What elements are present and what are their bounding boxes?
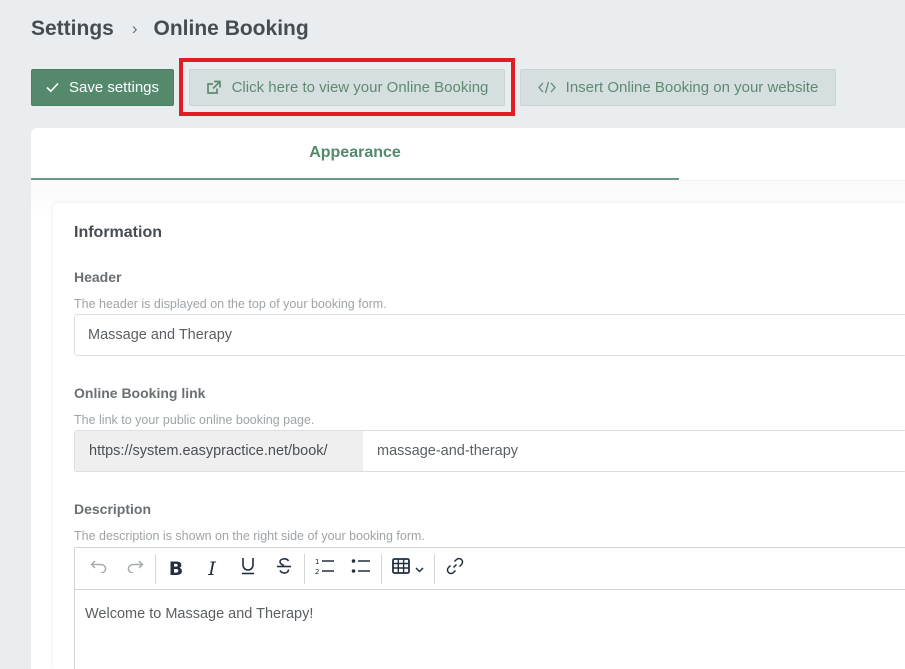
toolbar-divider <box>381 553 382 584</box>
redo-button[interactable] <box>117 553 153 585</box>
numbered-list-button[interactable]: 12 <box>307 553 343 585</box>
description-field-help: The description is shown on the right si… <box>74 529 425 543</box>
breadcrumb: Settings › Online Booking <box>31 17 309 41</box>
bold-icon: B <box>168 557 184 580</box>
page-title: Online Booking <box>153 17 309 40</box>
italic-button[interactable]: I <box>194 553 230 585</box>
toolbar-divider <box>304 553 305 584</box>
header-field-help: The header is displayed on the top of yo… <box>74 297 387 311</box>
booking-link-slug-input[interactable]: massage-and-therapy <box>363 431 905 471</box>
check-icon <box>46 82 59 93</box>
underline-button[interactable] <box>230 553 266 585</box>
link-icon <box>446 557 464 580</box>
code-icon <box>537 81 556 94</box>
table-icon <box>392 558 410 579</box>
strikethrough-button[interactable] <box>266 553 302 585</box>
redo-icon <box>126 559 144 578</box>
tab-appearance[interactable]: Appearance <box>31 128 679 180</box>
strikethrough-icon <box>276 557 292 580</box>
svg-text:2: 2 <box>315 568 319 575</box>
view-online-booking-label: Click here to view your Online Booking <box>231 79 489 96</box>
undo-icon <box>90 559 108 578</box>
italic-icon: I <box>208 557 216 580</box>
save-settings-label: Save settings <box>68 79 160 96</box>
insert-online-booking-label: Insert Online Booking on your website <box>565 79 819 96</box>
description-editor: B I 12 Welcome to Massage and Therapy! <box>74 547 905 669</box>
insert-online-booking-button[interactable]: Insert Online Booking on your website <box>520 69 836 106</box>
booking-link-prefix: https://system.easypractice.net/book/ <box>75 431 363 471</box>
table-button[interactable] <box>384 553 432 585</box>
underline-icon <box>240 557 256 580</box>
breadcrumb-settings[interactable]: Settings <box>31 17 114 41</box>
svg-text:1: 1 <box>315 558 319 566</box>
link-button[interactable] <box>437 553 473 585</box>
link-field-label: Online Booking link <box>74 385 206 401</box>
breadcrumb-separator-icon: › <box>131 19 138 38</box>
bulleted-list-icon <box>351 557 371 580</box>
chevron-down-icon <box>415 560 424 578</box>
undo-button[interactable] <box>81 553 117 585</box>
external-link-icon <box>206 80 222 95</box>
booking-link-input-group: https://system.easypractice.net/book/ ma… <box>74 430 905 472</box>
toolbar-divider <box>155 553 156 584</box>
save-settings-button[interactable]: Save settings <box>31 69 174 106</box>
header-input[interactable]: Massage and Therapy <box>74 314 905 356</box>
toolbar-divider <box>434 553 435 584</box>
description-field-label: Description <box>74 501 152 517</box>
link-field-help: The link to your public online booking p… <box>74 413 315 427</box>
description-editor-content[interactable]: Welcome to Massage and Therapy! <box>75 590 905 638</box>
numbered-list-icon: 12 <box>315 557 335 580</box>
settings-panel: Appearance Information Header The header… <box>31 128 905 669</box>
editor-toolbar: B I 12 <box>75 548 905 590</box>
information-card: Information Header The header is display… <box>53 203 905 669</box>
view-online-booking-button[interactable]: Click here to view your Online Booking <box>189 69 505 106</box>
bulleted-list-button[interactable] <box>343 553 379 585</box>
card-title: Information <box>74 224 162 241</box>
header-field-label: Header <box>74 269 122 285</box>
bold-button[interactable]: B <box>158 553 194 585</box>
